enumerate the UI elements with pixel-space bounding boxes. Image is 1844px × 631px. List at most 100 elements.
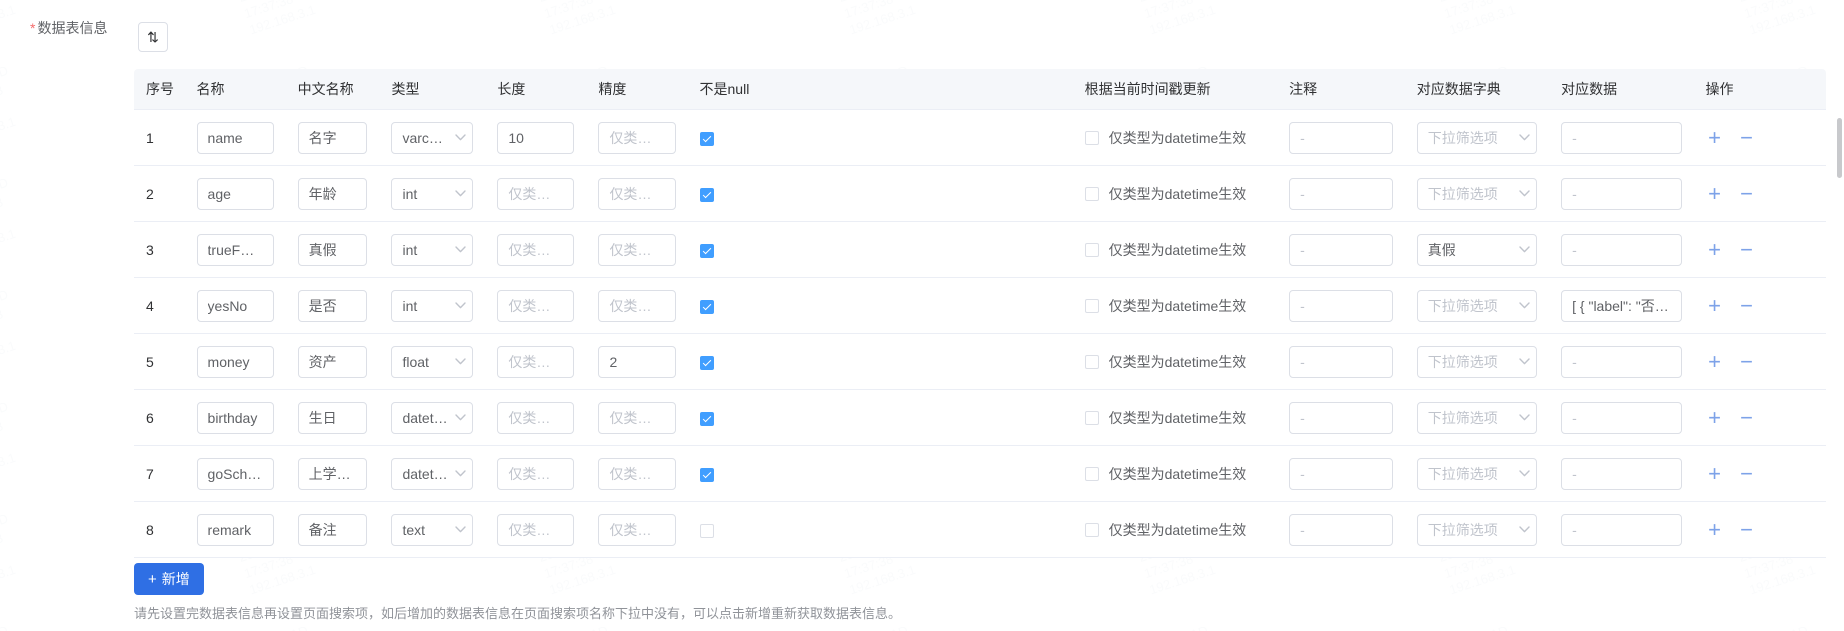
- field-name-input[interactable]: [196, 177, 274, 210]
- field-remark-input[interactable]: [1289, 289, 1393, 322]
- field-cn-name-input[interactable]: [297, 513, 368, 546]
- field-type-select[interactable]: int: [391, 233, 474, 266]
- field-precision-input[interactable]: [598, 233, 676, 266]
- field-remark-input[interactable]: [1289, 177, 1393, 210]
- field-not-null-checkbox[interactable]: [699, 299, 714, 314]
- field-name-input[interactable]: [196, 457, 274, 490]
- field-auto-update-checkbox[interactable]: [1084, 130, 1099, 145]
- row-remove-icon[interactable]: −: [1738, 518, 1756, 540]
- field-auto-update-label: 仅类型为datetime生效: [1108, 241, 1247, 258]
- field-data-input[interactable]: [1561, 121, 1682, 154]
- row-add-icon[interactable]: +: [1706, 518, 1724, 540]
- field-name-input[interactable]: [196, 121, 274, 154]
- field-cn-name-input[interactable]: [297, 233, 368, 266]
- field-cn-name-input[interactable]: [297, 457, 368, 490]
- field-length-input[interactable]: [497, 289, 575, 322]
- field-type-select[interactable]: float: [391, 345, 474, 378]
- page-scrollbar-thumb[interactable]: [1837, 118, 1842, 178]
- field-name-input[interactable]: [196, 513, 274, 546]
- field-type-select[interactable]: datetime: [391, 457, 474, 490]
- field-dict-select[interactable]: 下拉筛选项: [1416, 177, 1538, 210]
- field-type-select[interactable]: int: [391, 289, 474, 322]
- field-not-null-checkbox[interactable]: [699, 467, 714, 482]
- field-precision-input[interactable]: [598, 457, 676, 490]
- field-cn-name-input[interactable]: [297, 401, 368, 434]
- row-remove-icon[interactable]: −: [1738, 182, 1756, 204]
- field-auto-update-checkbox[interactable]: [1084, 242, 1099, 257]
- field-type-select[interactable]: datetime: [391, 401, 474, 434]
- row-add-icon[interactable]: +: [1706, 294, 1724, 316]
- field-remark-input[interactable]: [1289, 513, 1393, 546]
- field-type-select[interactable]: text: [391, 513, 474, 546]
- field-cn-name-input[interactable]: [297, 345, 368, 378]
- field-not-null-checkbox[interactable]: [699, 411, 714, 426]
- row-remove-icon[interactable]: −: [1738, 462, 1756, 484]
- field-length-input[interactable]: [497, 345, 575, 378]
- add-row-button[interactable]: + 新增: [134, 563, 204, 595]
- field-type-select[interactable]: varchar: [391, 121, 474, 154]
- field-remark-input[interactable]: [1289, 345, 1393, 378]
- field-auto-update-checkbox[interactable]: [1084, 186, 1099, 201]
- field-data-input[interactable]: [1561, 513, 1682, 546]
- field-length-input[interactable]: [497, 121, 575, 154]
- field-remark-input[interactable]: [1289, 233, 1393, 266]
- field-dict-select[interactable]: 真假: [1416, 233, 1538, 266]
- field-dict-select[interactable]: 下拉筛选项: [1416, 345, 1538, 378]
- field-name-input[interactable]: [196, 289, 274, 322]
- sort-toggle-button[interactable]: ⇅: [138, 22, 168, 52]
- row-remove-icon[interactable]: −: [1738, 238, 1756, 260]
- field-name-input[interactable]: [196, 345, 274, 378]
- field-length-input[interactable]: [497, 513, 575, 546]
- row-add-icon[interactable]: +: [1706, 182, 1724, 204]
- row-add-icon[interactable]: +: [1706, 126, 1724, 148]
- row-add-icon[interactable]: +: [1706, 238, 1724, 260]
- field-remark-input[interactable]: [1289, 121, 1393, 154]
- field-dict-select[interactable]: 下拉筛选项: [1416, 401, 1538, 434]
- field-precision-input[interactable]: [598, 289, 676, 322]
- row-remove-icon[interactable]: −: [1738, 126, 1756, 148]
- field-length-input[interactable]: [497, 457, 575, 490]
- field-name-input[interactable]: [196, 233, 274, 266]
- field-precision-input[interactable]: [598, 513, 676, 546]
- field-dict-select[interactable]: 下拉筛选项: [1416, 289, 1538, 322]
- field-dict-select[interactable]: 下拉筛选项: [1416, 513, 1538, 546]
- field-cn-name-input[interactable]: [297, 289, 368, 322]
- field-data-input[interactable]: [1561, 401, 1682, 434]
- row-add-icon[interactable]: +: [1706, 350, 1724, 372]
- field-auto-update-checkbox[interactable]: [1084, 410, 1099, 425]
- row-add-icon[interactable]: +: [1706, 406, 1724, 428]
- field-dict-select[interactable]: 下拉筛选项: [1416, 457, 1538, 490]
- field-auto-update-checkbox[interactable]: [1084, 522, 1099, 537]
- field-length-input[interactable]: [497, 177, 575, 210]
- field-data-input[interactable]: [1561, 177, 1682, 210]
- field-auto-update-checkbox[interactable]: [1084, 466, 1099, 481]
- field-not-null-checkbox[interactable]: [699, 131, 714, 146]
- row-remove-icon[interactable]: −: [1738, 350, 1756, 372]
- field-not-null-checkbox[interactable]: [699, 243, 714, 258]
- field-data-input[interactable]: [1561, 345, 1682, 378]
- field-name-input[interactable]: [196, 401, 274, 434]
- field-precision-input[interactable]: [598, 345, 676, 378]
- field-not-null-checkbox[interactable]: [699, 355, 714, 370]
- field-dict-select[interactable]: 下拉筛选项: [1416, 121, 1538, 154]
- row-add-icon[interactable]: +: [1706, 462, 1724, 484]
- field-precision-input[interactable]: [598, 177, 676, 210]
- field-data-input[interactable]: [1561, 457, 1682, 490]
- field-data-input[interactable]: [1561, 233, 1682, 266]
- field-not-null-checkbox[interactable]: [699, 523, 714, 538]
- field-remark-input[interactable]: [1289, 401, 1393, 434]
- field-auto-update-checkbox[interactable]: [1084, 298, 1099, 313]
- field-auto-update-checkbox[interactable]: [1084, 354, 1099, 369]
- field-type-select[interactable]: int: [391, 177, 474, 210]
- field-precision-input[interactable]: [598, 121, 676, 154]
- field-cn-name-input[interactable]: [297, 177, 368, 210]
- field-precision-input[interactable]: [598, 401, 676, 434]
- field-length-input[interactable]: [497, 233, 575, 266]
- field-not-null-checkbox[interactable]: [699, 187, 714, 202]
- row-remove-icon[interactable]: −: [1738, 406, 1756, 428]
- field-remark-input[interactable]: [1289, 457, 1393, 490]
- row-remove-icon[interactable]: −: [1738, 294, 1756, 316]
- field-length-input[interactable]: [497, 401, 575, 434]
- field-cn-name-input[interactable]: [297, 121, 368, 154]
- field-data-input[interactable]: [1561, 289, 1682, 322]
